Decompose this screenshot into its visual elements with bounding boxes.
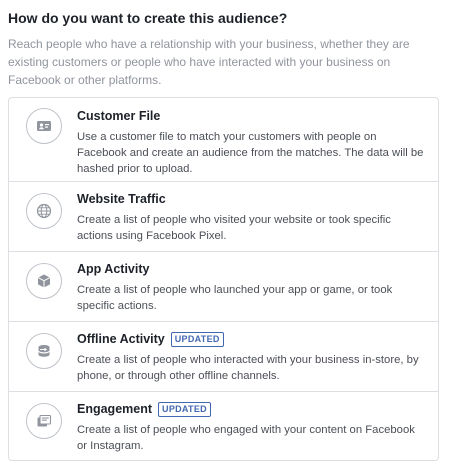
option-engagement[interactable]: Engagement UPDATED Create a list of peop… xyxy=(9,392,438,460)
option-website-traffic[interactable]: Website Traffic Create a list of people … xyxy=(9,182,438,252)
option-offline-activity[interactable]: Offline Activity UPDATED Create a list o… xyxy=(9,322,438,392)
option-text: Engagement UPDATED Create a list of peop… xyxy=(77,400,426,454)
globe-icon xyxy=(26,193,62,229)
option-title-row: Engagement UPDATED xyxy=(77,400,426,418)
option-title: Customer File xyxy=(77,109,161,123)
option-text: Website Traffic Create a list of people … xyxy=(77,190,426,244)
option-description: Create a list of people who engaged with… xyxy=(77,424,415,452)
option-title-row: App Activity xyxy=(77,260,426,278)
option-title: Offline Activity xyxy=(77,332,165,346)
option-text: Offline Activity UPDATED Create a list o… xyxy=(77,330,426,384)
updated-badge: UPDATED xyxy=(158,401,211,417)
cube-icon xyxy=(26,263,62,299)
option-title-row: Customer File xyxy=(77,107,426,125)
contact-card-icon xyxy=(26,108,62,144)
option-description: Create a list of people who interacted w… xyxy=(77,354,419,382)
option-customer-file[interactable]: Customer File Use a customer file to mat… xyxy=(9,98,438,182)
intro-text: Reach people who have a relationship wit… xyxy=(8,37,410,87)
option-title: App Activity xyxy=(77,262,150,276)
audience-options-list: Customer File Use a customer file to mat… xyxy=(8,97,439,461)
updated-badge: UPDATED xyxy=(170,331,224,347)
store-icon xyxy=(26,333,62,369)
option-title-row: Website Traffic xyxy=(77,190,426,208)
option-description: Create a list of people who visited your… xyxy=(77,214,391,242)
engagement-icon xyxy=(26,403,62,439)
option-app-activity[interactable]: App Activity Create a list of people who… xyxy=(9,252,438,322)
option-text: App Activity Create a list of people who… xyxy=(77,260,426,314)
option-title: Website Traffic xyxy=(77,192,166,206)
option-title-row: Offline Activity UPDATED xyxy=(77,330,426,348)
option-description: Use a customer file to match your custom… xyxy=(77,131,424,175)
option-title: Engagement xyxy=(77,402,153,416)
option-text: Customer File Use a customer file to mat… xyxy=(77,107,426,177)
option-description: Create a list of people who launched you… xyxy=(77,284,393,312)
page-title: How do you want to create this audience? xyxy=(8,10,288,26)
